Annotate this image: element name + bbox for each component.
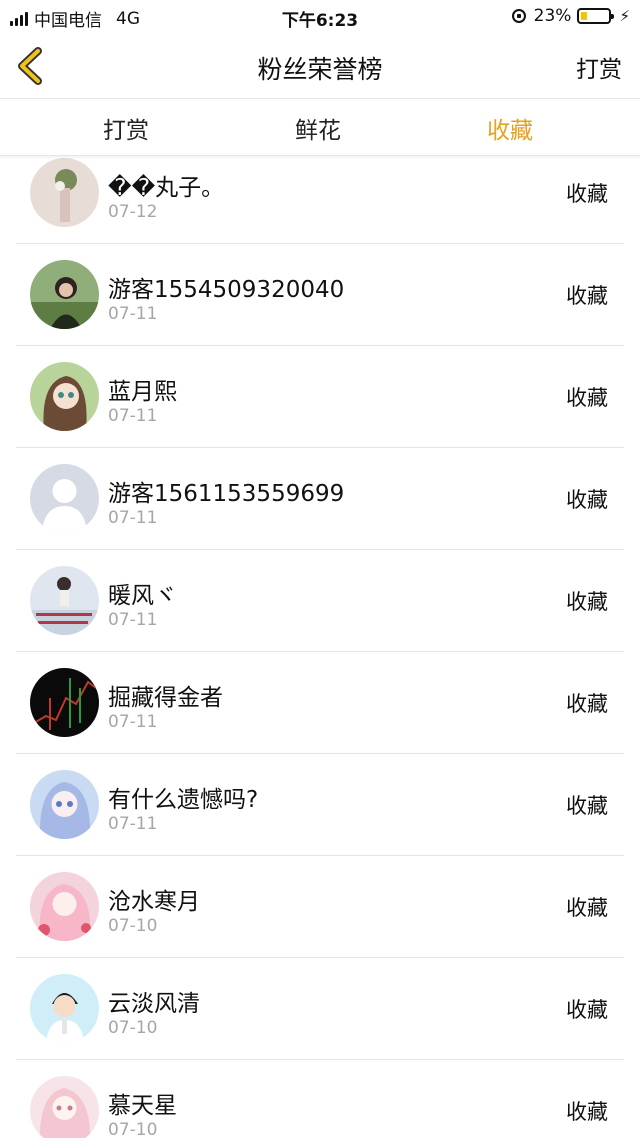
fan-name: 游客1554509320040 [108,277,345,303]
list-item[interactable]: 沧水寒月 07-10 收藏 [16,856,624,958]
fan-name: 蓝月熙 [108,379,177,405]
avatar [30,872,99,941]
avatar [30,974,99,1043]
status-bar: 中国电信 4G 下午6:23 23% ⚡ [0,0,640,34]
tab-bar: 打赏 鲜花 收藏 [0,99,640,156]
favorite-tag: 收藏 [566,692,608,716]
battery-percent: 23% [533,6,572,26]
avatar [30,362,99,431]
fan-date: 07-12 [108,202,158,222]
avatar [30,668,99,737]
favorite-tag: 收藏 [566,386,608,410]
fan-name: 云淡风清 [108,991,200,1017]
avatar [30,260,99,329]
fan-date: 07-11 [108,814,158,834]
fan-name: 慕天星 [108,1093,177,1119]
list-item[interactable]: 暖风ヾ 07-11 收藏 [16,550,624,652]
fan-name: ��丸子。 [108,175,225,201]
avatar [30,566,99,635]
list-item[interactable]: 云淡风清 07-10 收藏 [16,958,624,1060]
favorite-tag: 收藏 [566,488,608,512]
battery-icon [577,8,615,24]
avatar [30,158,99,227]
list-item[interactable]: 蓝月熙 07-11 收藏 [16,346,624,448]
fan-list: ��丸子。 07-12 收藏 游客1554509320040 07-11 收藏 … [0,142,640,1138]
fan-name: 游客1561153559699 [108,481,345,507]
fan-name: 暖风ヾ [108,583,177,609]
list-item[interactable]: 慕天星 07-10 收藏 [16,1060,624,1138]
favorite-tag: 收藏 [566,590,608,614]
tab-reward[interactable]: 打赏 [103,111,149,145]
fan-date: 07-10 [108,1120,158,1138]
orientation-lock-icon [511,9,526,23]
fan-date: 07-10 [108,1018,158,1038]
fan-name: 沧水寒月 [108,889,200,915]
fan-date: 07-11 [108,304,158,324]
list-item[interactable]: ��丸子。 07-12 收藏 [16,142,624,244]
fan-name: 有什么遗憾吗? [108,787,259,813]
reward-button[interactable]: 打赏 [576,50,622,84]
nav-bar: 粉丝荣誉榜 打赏 [0,34,640,99]
charging-icon: ⚡ [619,7,630,25]
list-item[interactable]: 游客1554509320040 07-11 收藏 [16,244,624,346]
fan-date: 07-11 [108,508,158,528]
favorite-tag: 收藏 [566,182,608,206]
favorite-tag: 收藏 [566,794,608,818]
fan-date: 07-10 [108,916,158,936]
fan-date: 07-11 [108,406,158,426]
favorite-tag: 收藏 [566,896,608,920]
favorite-tag: 收藏 [566,284,608,308]
fan-date: 07-11 [108,610,158,630]
list-item[interactable]: 掘藏得金者 07-11 收藏 [16,652,624,754]
tab-flowers[interactable]: 鲜花 [295,111,341,145]
tab-favorites[interactable]: 收藏 [487,111,533,145]
list-item[interactable]: 游客1561153559699 07-11 收藏 [16,448,624,550]
avatar [30,1076,99,1138]
fan-name: 掘藏得金者 [108,685,223,711]
favorite-tag: 收藏 [566,998,608,1022]
page-title: 粉丝荣誉榜 [257,55,383,84]
list-item[interactable]: 有什么遗憾吗? 07-11 收藏 [16,754,624,856]
avatar [30,464,99,533]
favorite-tag: 收藏 [566,1100,608,1124]
fan-date: 07-11 [108,712,158,732]
status-right: 23% ⚡ [511,6,630,26]
avatar [30,770,99,839]
